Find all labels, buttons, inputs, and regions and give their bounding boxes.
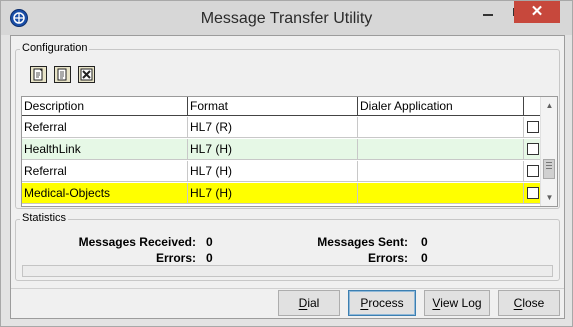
grid-header: Description Format Dialer Application (22, 97, 542, 116)
status-bar (22, 265, 553, 277)
scroll-thumb[interactable] (543, 159, 555, 179)
cell-description[interactable]: Referral (22, 161, 188, 182)
cell-format[interactable]: HL7 (H) (188, 139, 358, 160)
configuration-label: Configuration (20, 42, 90, 54)
cell-dialer-application[interactable] (358, 183, 524, 204)
cell-format[interactable]: HL7 (H) (188, 161, 358, 182)
app-window: Message Transfer Utility ✕ Configuration (0, 0, 573, 327)
cell-format[interactable]: HL7 (H) (188, 183, 358, 204)
new-record-icon[interactable] (30, 66, 47, 83)
delete-record-icon[interactable] (78, 66, 95, 83)
cell-dialer-application[interactable] (358, 161, 524, 182)
cell-dialer-application[interactable] (358, 117, 524, 138)
close-label-rest: lose (522, 296, 545, 310)
view-log-button[interactable]: View Log (424, 290, 490, 316)
cell-description[interactable]: HealthLink (22, 139, 188, 160)
table-row[interactable]: HealthLink HL7 (H) (22, 139, 542, 160)
row-checkbox[interactable] (527, 121, 539, 133)
errors-sent-label: Errors: (367, 251, 408, 265)
close-icon: ✕ (530, 3, 544, 20)
table-row[interactable]: Referral HL7 (R) (22, 117, 542, 138)
table-row[interactable]: Referral HL7 (H) (22, 161, 542, 182)
view-log-label-rest: iew Log (440, 296, 482, 310)
column-header-dialer-application[interactable]: Dialer Application (358, 97, 524, 116)
configuration-grid[interactable]: Description Format Dialer Application Re… (21, 96, 558, 207)
minimize-icon (483, 14, 493, 16)
cell-description[interactable]: Referral (22, 117, 188, 138)
row-checkbox[interactable] (527, 165, 539, 177)
errors-sent-value: 0 (421, 251, 428, 265)
cell-description[interactable]: Medical-Objects (22, 183, 188, 204)
scroll-down-icon[interactable]: ▼ (541, 189, 557, 206)
statistics-label: Statistics (20, 212, 69, 224)
dial-label-rest: ial (307, 296, 320, 310)
messages-received-value: 0 (206, 235, 213, 249)
errors-received-value: 0 (206, 251, 213, 265)
cell-format[interactable]: HL7 (R) (188, 117, 358, 138)
column-header-description[interactable]: Description (22, 97, 188, 116)
button-bar-divider (11, 288, 564, 289)
errors-received-label: Errors: (155, 251, 196, 265)
scroll-up-icon[interactable]: ▲ (541, 97, 557, 114)
close-button[interactable]: Close (498, 290, 560, 316)
edit-record-icon[interactable] (54, 66, 71, 83)
title-bar[interactable]: Message Transfer Utility ✕ (1, 1, 572, 35)
statistics-group: Statistics Messages Received: 0 Errors: … (15, 212, 560, 281)
column-header-format[interactable]: Format (188, 97, 358, 116)
process-label-rest: rocess (368, 296, 404, 310)
messages-sent-label: Messages Sent: (317, 235, 408, 249)
row-checkbox[interactable] (527, 143, 539, 155)
messages-sent-value: 0 (421, 235, 428, 249)
cell-dialer-application[interactable] (358, 139, 524, 160)
main-panel: Configuration Description Format Dialer … (10, 35, 565, 319)
close-window-button[interactable]: ✕ (514, 1, 560, 23)
vertical-scrollbar[interactable]: ▲ ▼ (540, 97, 557, 206)
dial-button[interactable]: Dial (278, 290, 340, 316)
row-checkbox[interactable] (527, 187, 539, 199)
table-row-selected[interactable]: Medical-Objects HL7 (H) (22, 183, 542, 204)
minimize-button[interactable] (471, 1, 505, 25)
process-button[interactable]: Process (348, 290, 416, 316)
messages-received-label: Messages Received: (78, 235, 196, 249)
